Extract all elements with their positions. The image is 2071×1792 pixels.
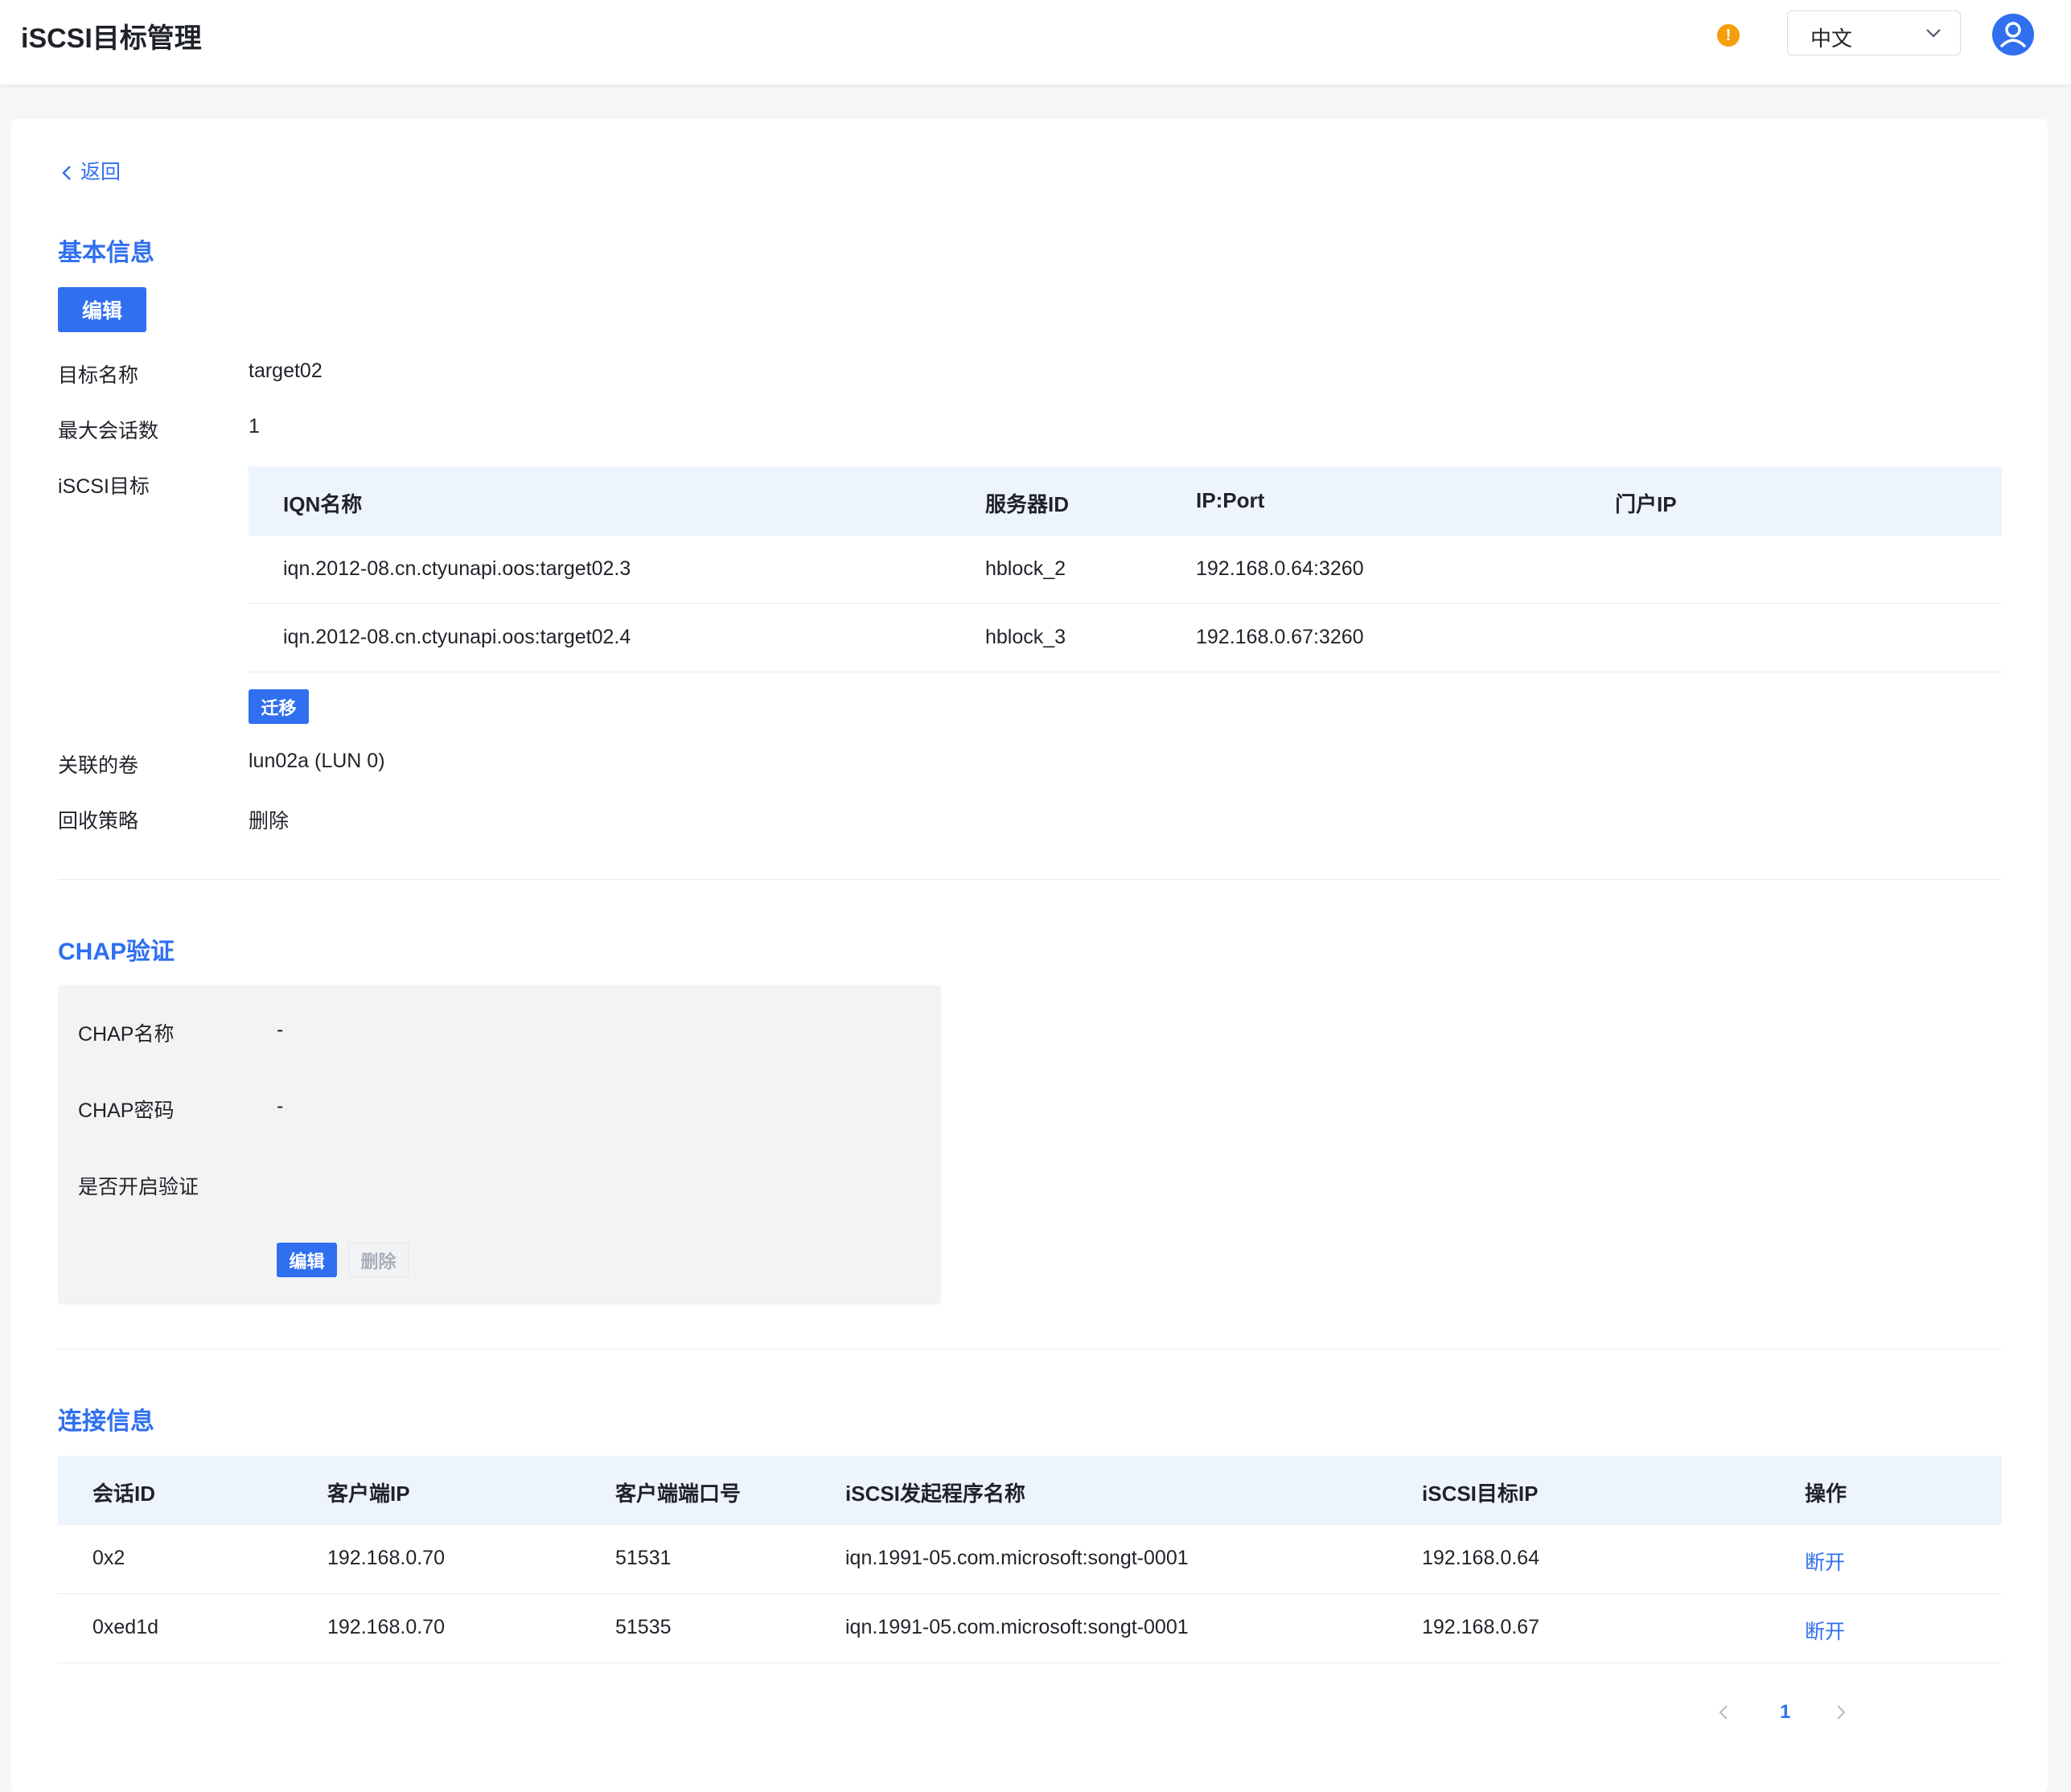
max-sessions-label: 最大会话数	[58, 420, 159, 442]
chap-title: CHAP验证	[58, 939, 175, 965]
section-divider	[58, 879, 2002, 880]
basic-info-title: 基本信息	[58, 240, 154, 266]
volume-value: lun02a (LUN 0)	[249, 750, 385, 772]
chap-password-value: -	[277, 1095, 284, 1117]
connections-title: 连接信息	[58, 1408, 154, 1435]
iscsi-target-label: iSCSI目标	[58, 475, 150, 498]
chevron-down-icon	[1925, 21, 1942, 49]
ip-port-col-header: IP:Port	[1196, 488, 1265, 512]
client-ip-cell: 192.168.0.70	[327, 1616, 445, 1638]
chap-edit-button[interactable]: 编辑	[277, 1243, 337, 1277]
back-link[interactable]: 返回	[61, 156, 121, 185]
chap-name-value: -	[277, 1018, 284, 1041]
basic-edit-button[interactable]: 编辑	[58, 287, 146, 332]
target-name-value: target02	[249, 360, 323, 382]
volume-label: 关联的卷	[58, 754, 139, 777]
prev-page-icon[interactable]	[1715, 1700, 1732, 1724]
target-ip-cell: 192.168.0.67	[1422, 1616, 1539, 1638]
chap-name-label: CHAP名称	[78, 1023, 175, 1046]
table-row: 0xed1d 192.168.0.70 51535 iqn.1991-05.co…	[58, 1594, 2002, 1663]
client-port-cell: 51531	[615, 1547, 672, 1569]
client-port-col-header: 客户端端口号	[615, 1482, 742, 1506]
page-number-current[interactable]: 1	[1780, 1701, 1790, 1724]
section-divider	[58, 1349, 2002, 1350]
ip-port-cell: 192.168.0.64:3260	[1196, 557, 1364, 580]
iqn-col-header: IQN名称	[283, 492, 363, 516]
initiator-name-cell: iqn.1991-05.com.microsoft:songt-0001	[845, 1547, 1189, 1569]
server-id-col-header: 服务器ID	[985, 492, 1070, 516]
client-ip-col-header: 客户端IP	[327, 1482, 410, 1506]
chap-password-label: CHAP密码	[78, 1099, 175, 1122]
session-id-cell: 0xed1d	[92, 1616, 159, 1638]
alert-icon[interactable]: !	[1717, 24, 1740, 47]
ip-port-cell: 192.168.0.67:3260	[1196, 626, 1364, 648]
reclaim-value: 删除	[249, 810, 290, 832]
initiator-name-col-header: iSCSI发起程序名称	[845, 1482, 1025, 1506]
chap-enabled-label: 是否开启验证	[78, 1176, 199, 1198]
portal-ip-col-header: 门户IP	[1615, 492, 1677, 516]
iqn-table-header: IQN名称 服务器ID IP:Port 门户IP	[249, 466, 2002, 536]
chevron-left-icon	[62, 166, 71, 181]
server-id-cell: hblock_3	[985, 626, 1066, 648]
connections-table-header: 会话ID 客户端IP 客户端端口号 iSCSI发起程序名称 iSCSI目标IP …	[58, 1456, 2002, 1525]
session-id-cell: 0x2	[92, 1547, 125, 1569]
main-card: 返回 基本信息 编辑 目标名称 target02 最大会话数 1 iSCSI目标…	[11, 119, 2048, 1792]
initiator-name-cell: iqn.1991-05.com.microsoft:songt-0001	[845, 1616, 1189, 1638]
target-ip-cell: 192.168.0.64	[1422, 1547, 1539, 1569]
disconnect-link[interactable]: 断开	[1805, 1616, 1845, 1645]
reclaim-label: 回收策略	[58, 810, 139, 832]
action-col-header: 操作	[1805, 1482, 1847, 1506]
user-avatar-icon[interactable]	[1992, 14, 2034, 55]
chap-panel: CHAP名称 - CHAP密码 - 是否开启验证 编辑 删除	[58, 985, 941, 1305]
app-title: iSCSI目标管理	[21, 23, 202, 54]
language-value: 中文	[1810, 27, 1853, 51]
chap-delete-button: 删除	[348, 1243, 409, 1277]
session-id-col-header: 会话ID	[92, 1482, 156, 1506]
next-page-icon[interactable]	[1832, 1700, 1850, 1724]
max-sessions-value: 1	[249, 415, 260, 438]
iqn-cell: iqn.2012-08.cn.ctyunapi.oos:target02.4	[283, 626, 631, 648]
top-bar: iSCSI目标管理 ! 中文	[0, 0, 2071, 84]
target-ip-col-header: iSCSI目标IP	[1422, 1482, 1539, 1506]
language-select[interactable]: 中文	[1787, 10, 1961, 55]
client-port-cell: 51535	[615, 1616, 672, 1638]
server-id-cell: hblock_2	[985, 557, 1066, 580]
iqn-cell: iqn.2012-08.cn.ctyunapi.oos:target02.3	[283, 557, 631, 580]
client-ip-cell: 192.168.0.70	[327, 1547, 445, 1569]
migrate-button[interactable]: 迁移	[249, 689, 309, 724]
table-row: iqn.2012-08.cn.ctyunapi.oos:target02.4 h…	[249, 604, 2002, 672]
target-name-label: 目标名称	[58, 364, 139, 387]
back-label: 返回	[80, 161, 121, 183]
disconnect-link[interactable]: 断开	[1805, 1547, 1845, 1576]
table-row: 0x2 192.168.0.70 51531 iqn.1991-05.com.m…	[58, 1525, 2002, 1594]
table-row: iqn.2012-08.cn.ctyunapi.oos:target02.3 h…	[249, 536, 2002, 604]
